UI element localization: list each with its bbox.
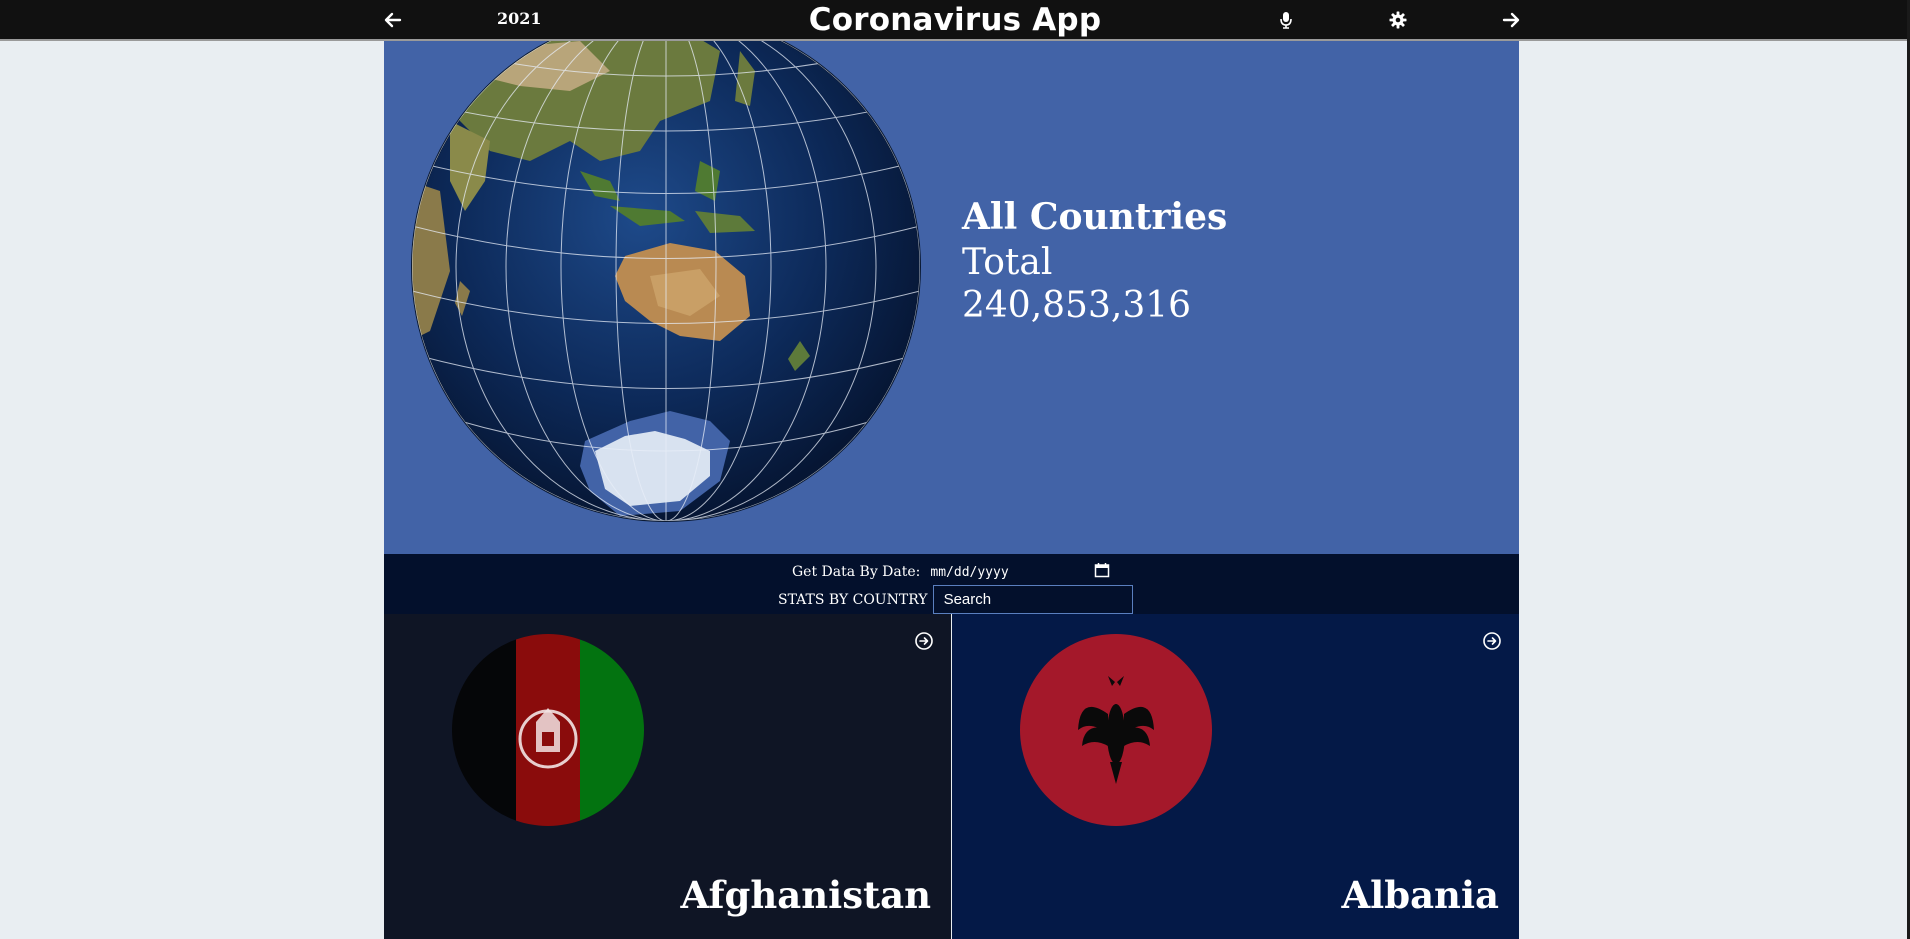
total-label: Total <box>962 242 1053 283</box>
total-value: 240,853,316 <box>962 285 1192 326</box>
date-row: Get Data By Date: mm/dd/yyyy <box>792 562 1110 582</box>
controls-bar: Get Data By Date: mm/dd/yyyy STATS BY CO… <box>384 554 1519 614</box>
date-input[interactable]: mm/dd/yyyy <box>930 562 1110 582</box>
search-row: STATS BY COUNTRY <box>778 585 1133 614</box>
app-title: Coronavirus App <box>808 2 1102 38</box>
calendar-icon[interactable] <box>1094 562 1110 582</box>
hero-stats: All Countries Total 240,853,316 <box>962 196 1227 326</box>
arrow-left-icon[interactable] <box>380 7 406 33</box>
arrow-right-icon[interactable] <box>1498 7 1524 33</box>
country-name: Albania <box>1341 873 1499 917</box>
country-card-afghanistan[interactable]: Afghanistan <box>384 614 951 939</box>
date-placeholder: mm/dd/yyyy <box>930 564 1009 580</box>
hero-section: All Countries Total 240,853,316 <box>384 41 1519 554</box>
globe-image <box>410 41 922 523</box>
main-content: All Countries Total 240,853,316 Get Data… <box>384 41 1519 939</box>
region-name: All Countries <box>962 196 1228 238</box>
stats-by-country-label: STATS BY COUNTRY <box>778 591 928 608</box>
albania-flag-icon <box>1020 634 1212 826</box>
search-input[interactable] <box>932 585 1133 614</box>
year-label[interactable]: 2021 <box>497 9 542 28</box>
afghanistan-flag-icon <box>452 634 644 826</box>
country-card-albania[interactable]: Albania <box>952 614 1519 939</box>
microphone-icon[interactable] <box>1273 7 1299 33</box>
arrow-circle-right-icon[interactable] <box>915 632 933 650</box>
top-bar: 2021 Coronavirus App <box>0 0 1910 41</box>
date-label: Get Data By Date: <box>792 564 921 580</box>
arrow-circle-right-icon[interactable] <box>1483 632 1501 650</box>
gear-icon[interactable] <box>1385 7 1411 33</box>
country-name: Afghanistan <box>680 873 931 917</box>
